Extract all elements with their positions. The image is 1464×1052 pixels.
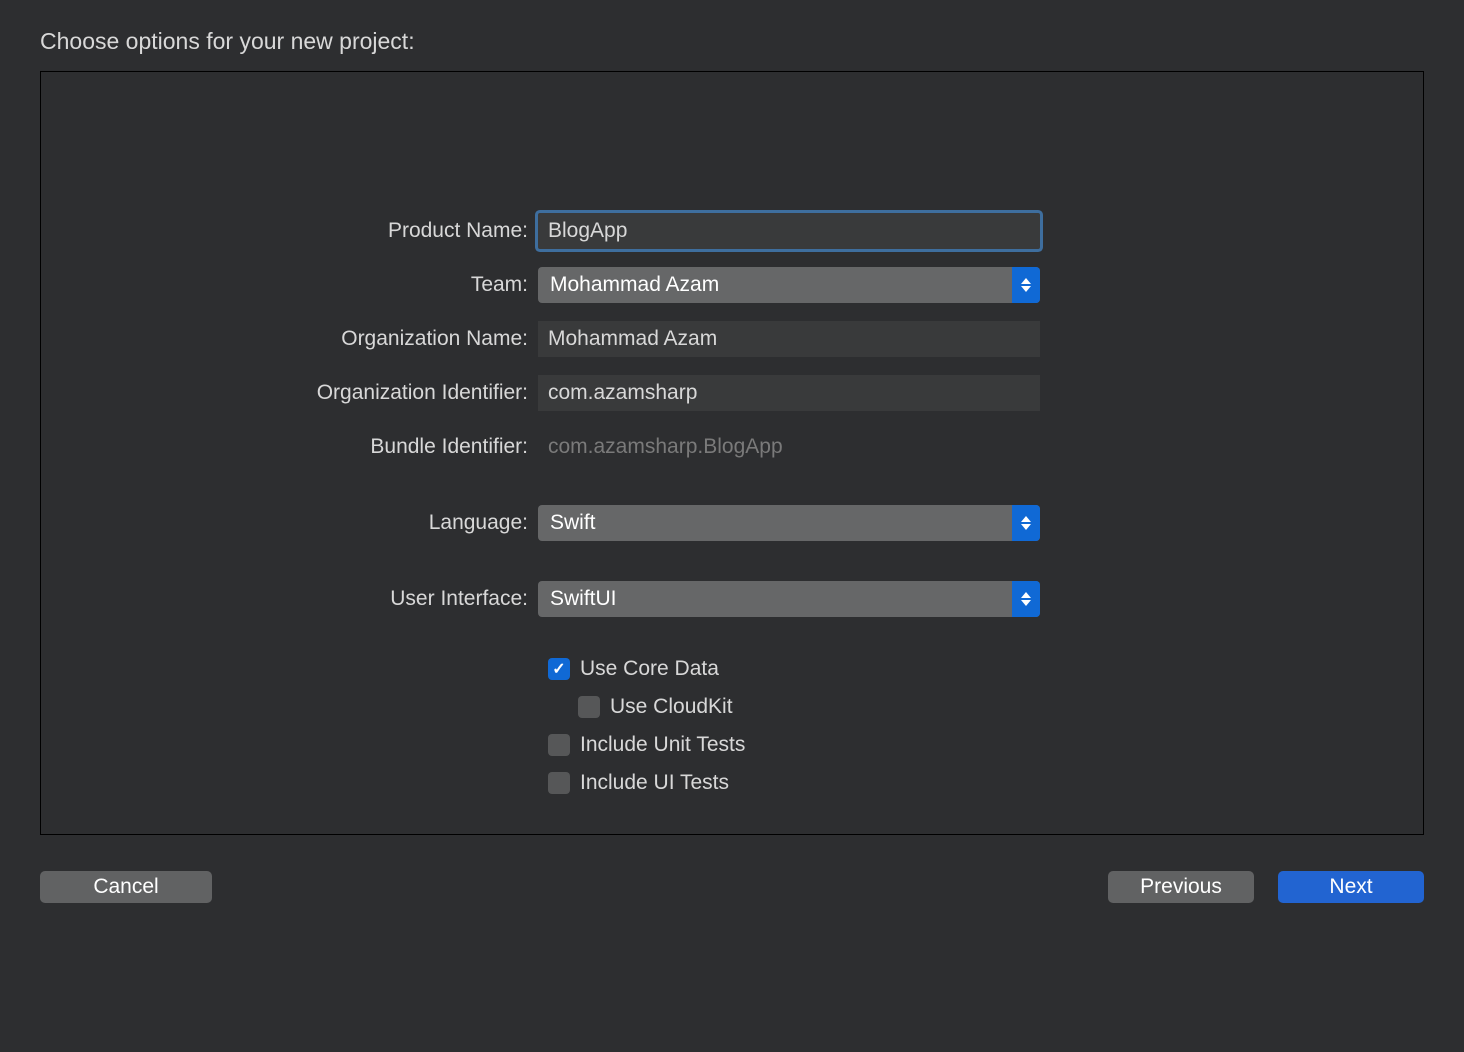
- language-dropdown-value: Swift: [538, 511, 596, 535]
- button-row: Cancel Previous Next: [40, 835, 1424, 903]
- user-interface-dropdown-value: SwiftUI: [538, 587, 617, 611]
- use-core-data-checkbox[interactable]: ✓: [548, 658, 570, 680]
- dropdown-arrows-icon: [1012, 581, 1040, 617]
- dialog-title: Choose options for your new project:: [40, 0, 1424, 71]
- use-cloudkit-checkbox[interactable]: [578, 696, 600, 718]
- new-project-options-dialog: Choose options for your new project: Pro…: [0, 0, 1464, 903]
- content-panel: Product Name: Team: Mohammad Azam Organi…: [40, 71, 1424, 835]
- use-core-data-label: Use Core Data: [580, 657, 719, 681]
- team-dropdown-value: Mohammad Azam: [538, 273, 719, 297]
- team-row: Team: Mohammad Azam: [41, 266, 1423, 304]
- next-button[interactable]: Next: [1278, 871, 1424, 903]
- cancel-button[interactable]: Cancel: [40, 871, 212, 903]
- include-unit-tests-row: Include Unit Tests: [41, 732, 1423, 758]
- dropdown-arrows-icon: [1012, 267, 1040, 303]
- include-unit-tests-label: Include Unit Tests: [580, 733, 745, 757]
- button-group-right: Previous Next: [1108, 871, 1424, 903]
- include-ui-tests-label: Include UI Tests: [580, 771, 729, 795]
- team-dropdown[interactable]: Mohammad Azam: [538, 267, 1040, 303]
- product-name-label: Product Name:: [41, 219, 538, 243]
- language-label: Language:: [41, 511, 538, 535]
- org-name-label: Organization Name:: [41, 327, 538, 351]
- previous-button[interactable]: Previous: [1108, 871, 1254, 903]
- dropdown-arrows-icon: [1012, 505, 1040, 541]
- use-cloudkit-label: Use CloudKit: [610, 695, 733, 719]
- include-ui-tests-row: Include UI Tests: [41, 770, 1423, 796]
- org-identifier-label: Organization Identifier:: [41, 381, 538, 405]
- bundle-identifier-value: com.azamsharp.BlogApp: [538, 435, 783, 458]
- user-interface-dropdown[interactable]: SwiftUI: [538, 581, 1040, 617]
- use-core-data-row: ✓ Use Core Data: [41, 656, 1423, 682]
- org-name-row: Organization Name:: [41, 320, 1423, 358]
- language-row: Language: Swift: [41, 504, 1423, 542]
- include-unit-tests-checkbox[interactable]: [548, 734, 570, 756]
- user-interface-label: User Interface:: [41, 587, 538, 611]
- team-label: Team:: [41, 273, 538, 297]
- product-name-input[interactable]: [538, 213, 1040, 249]
- bundle-identifier-row: Bundle Identifier: com.azamsharp.BlogApp: [41, 428, 1423, 466]
- org-identifier-row: Organization Identifier:: [41, 374, 1423, 412]
- product-name-row: Product Name:: [41, 212, 1423, 250]
- checkmark-icon: ✓: [552, 659, 565, 679]
- include-ui-tests-checkbox[interactable]: [548, 772, 570, 794]
- use-cloudkit-row: Use CloudKit: [41, 694, 1423, 720]
- org-name-input[interactable]: [538, 321, 1040, 357]
- bundle-identifier-label: Bundle Identifier:: [41, 435, 538, 459]
- user-interface-row: User Interface: SwiftUI: [41, 580, 1423, 618]
- org-identifier-input[interactable]: [538, 375, 1040, 411]
- language-dropdown[interactable]: Swift: [538, 505, 1040, 541]
